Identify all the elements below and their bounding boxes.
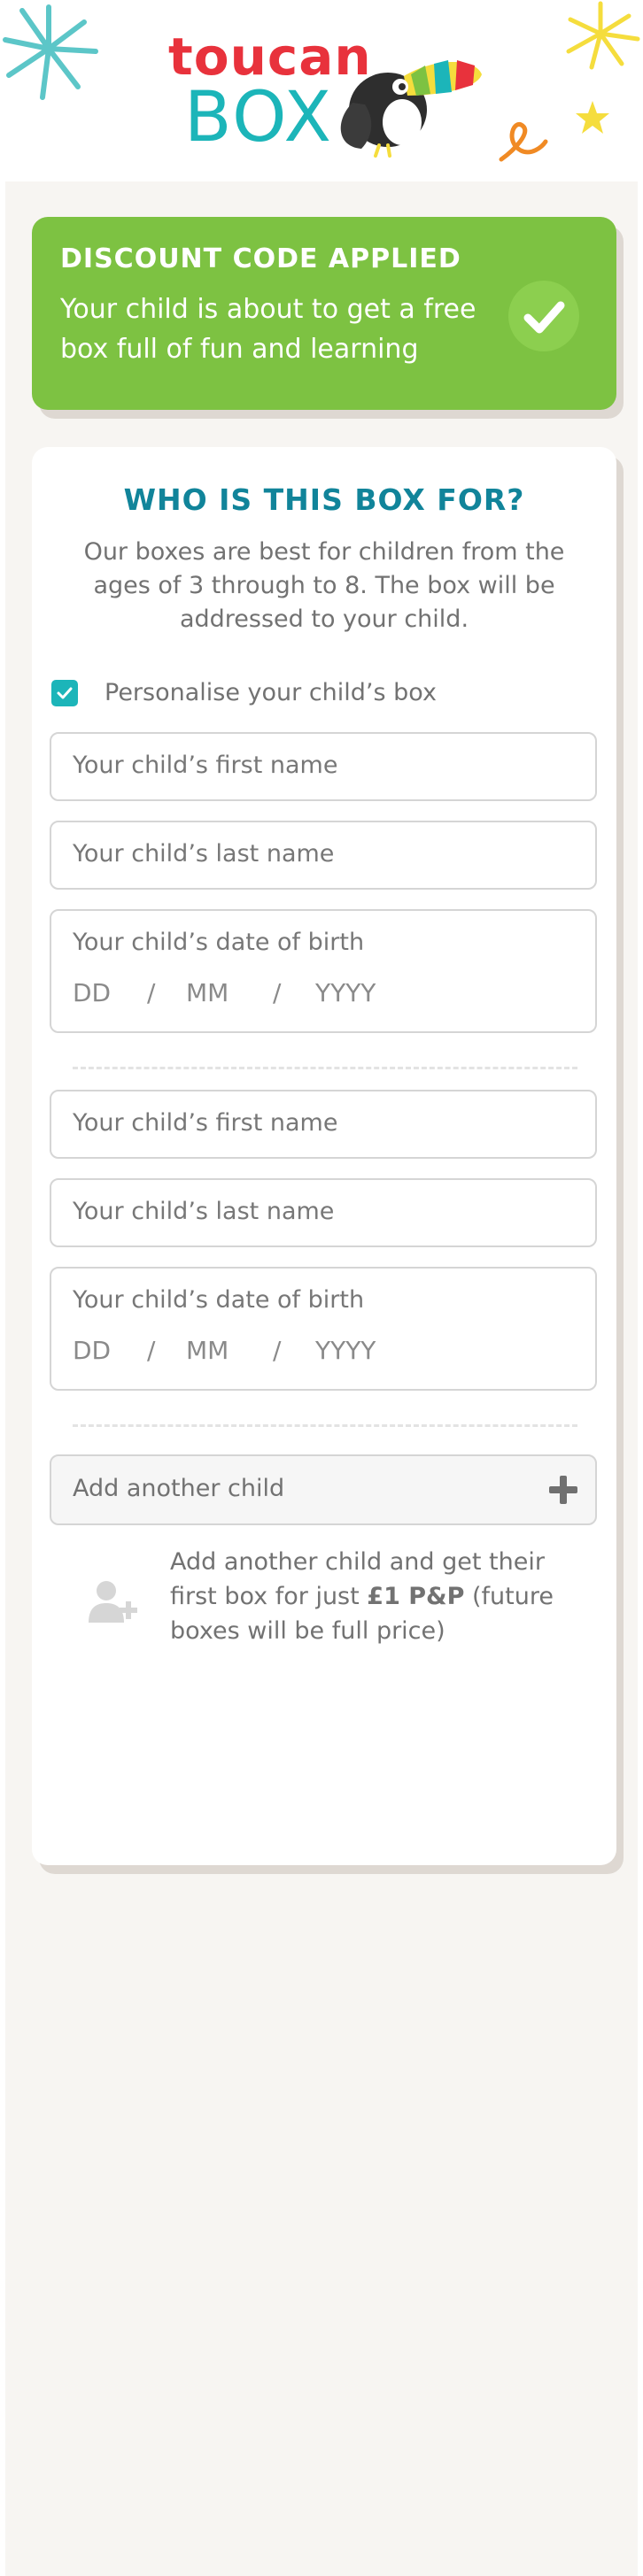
dob-year-input[interactable]: YYYY (315, 978, 376, 1007)
child-1-first-name-input[interactable]: Your child’s first name (50, 732, 597, 801)
dob-separator: / (273, 978, 282, 1007)
child-divider (73, 1424, 577, 1427)
discount-banner-text: Your child is about to get a free box fu… (60, 294, 476, 365)
personalise-checkbox-row[interactable]: Personalise your child’s box (51, 675, 583, 711)
card-title: WHO IS THIS BOX FOR? (123, 482, 525, 517)
dob-label: Your child’s date of birth (73, 1286, 365, 1314)
discount-banner: DISCOUNT CODE APPLIED Your child is abou… (32, 217, 616, 410)
toucanbox-logo[interactable]: toucan BOX (168, 27, 487, 159)
site-header: toucan BOX (0, 0, 643, 181)
plus-icon (549, 1476, 577, 1504)
dob-day-input[interactable]: DD (73, 978, 111, 1007)
burst-decoration-right (566, 1, 640, 70)
dob-month-input[interactable]: MM (186, 1336, 229, 1365)
personalise-checkbox-label: Personalise your child’s box (105, 679, 437, 706)
child-2-first-name-input[interactable]: Your child’s first name (50, 1090, 597, 1159)
child-1-last-name-input[interactable]: Your child’s last name (50, 821, 597, 890)
star-decoration (576, 101, 609, 134)
discount-banner-title: DISCOUNT CODE APPLIED (60, 243, 461, 274)
add-another-child-button[interactable]: Add another child (50, 1454, 597, 1525)
first-name-placeholder: Your child’s first name (73, 752, 338, 779)
checkout-main: DISCOUNT CODE APPLIED Your child is abou… (5, 181, 638, 2576)
squiggle-decoration (499, 121, 548, 162)
dob-separator: / (273, 1336, 282, 1365)
promo-price: £1 P&P (367, 1583, 465, 1610)
who-is-box-for-card: WHO IS THIS BOX FOR? Our boxes are best … (32, 447, 616, 1865)
checkbox-check-icon (57, 687, 73, 699)
dob-month-input[interactable]: MM (186, 978, 229, 1007)
burst-decoration-left (3, 4, 98, 100)
add-another-child-label: Add another child (73, 1475, 285, 1502)
dob-separator: / (147, 1336, 156, 1365)
last-name-placeholder: Your child’s last name (73, 840, 335, 868)
toucan-bird-icon (340, 60, 482, 158)
dob-separator: / (147, 978, 156, 1007)
personalise-checkbox[interactable] (51, 680, 78, 706)
add-user-icon (89, 1581, 137, 1623)
child-1-dob-field[interactable]: Your child’s date of birth DD / MM / YYY… (50, 909, 597, 1033)
add-child-promo-text: Add another child and get their first bo… (170, 1545, 599, 1648)
dob-year-input[interactable]: YYYY (315, 1336, 376, 1365)
checkmark-icon (508, 281, 579, 351)
logo-text-box: BOX (184, 78, 333, 158)
dob-label: Your child’s date of birth (73, 929, 365, 956)
child-2-last-name-input[interactable]: Your child’s last name (50, 1178, 597, 1247)
child-divider (73, 1067, 577, 1069)
add-child-promo: Add another child and get their first bo… (85, 1545, 599, 1660)
child-2-dob-field[interactable]: Your child’s date of birth DD / MM / YYY… (50, 1267, 597, 1391)
last-name-placeholder: Your child’s last name (73, 1198, 335, 1225)
first-name-placeholder: Your child’s first name (73, 1109, 338, 1137)
dob-day-input[interactable]: DD (73, 1336, 111, 1365)
card-intro-text: Our boxes are best for children from the… (83, 538, 565, 633)
